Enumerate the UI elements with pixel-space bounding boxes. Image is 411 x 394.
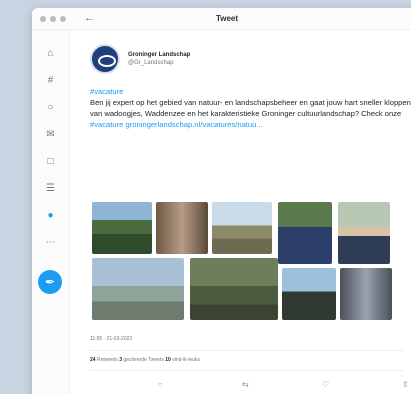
share-icon[interactable]: ⇧ [402, 380, 409, 389]
media-grid [92, 200, 411, 320]
retweets-count[interactable]: 24 [90, 357, 96, 363]
tweet-text: #vacature Ben jij expert op het gebied v… [90, 86, 411, 130]
author-handle[interactable]: @Gr_Landschap [128, 60, 173, 66]
photo-corridor[interactable] [340, 268, 392, 320]
likes-label[interactable]: vind-ik-leuks [172, 357, 200, 363]
photo-landscape[interactable] [212, 202, 272, 254]
tweet-stats: 24 Retweets 3 geciteerde Tweets 10 vind-… [90, 357, 200, 363]
photo-house[interactable] [92, 202, 152, 254]
url-link[interactable]: groningerlandschap.nl/vacatures/natuu... [125, 120, 262, 129]
author-name[interactable]: Groninger Landschap [128, 52, 190, 58]
bell-icon[interactable]: ○ [44, 102, 57, 114]
hashtag-link[interactable]: #vacature [90, 87, 123, 96]
home-icon[interactable]: ⌂ [44, 48, 57, 60]
tweet-detail: Groninger Landschap @Gr_Landschap #vacat… [70, 30, 411, 394]
quotes-count[interactable]: 3 [119, 357, 122, 363]
retweet-icon[interactable]: ⇆ [242, 380, 249, 389]
mail-icon[interactable]: ✉ [44, 129, 57, 141]
divider [90, 350, 404, 351]
more-icon[interactable]: ⋯ [44, 237, 57, 249]
title-bar: ← Tweet [32, 8, 411, 30]
photo-forest[interactable] [190, 258, 278, 320]
quotes-label[interactable]: geciteerde Tweets [123, 357, 164, 363]
photo-person-1[interactable] [278, 202, 332, 264]
photo-people[interactable] [156, 202, 208, 254]
hashtag-link-2[interactable]: #vacature [90, 120, 123, 129]
photo-person-3[interactable] [282, 268, 336, 320]
bookmark-icon[interactable]: □ [44, 156, 57, 168]
list-icon[interactable]: ☰ [44, 183, 57, 195]
tweet-timestamp: 11:05 · 21-03-2023 [90, 336, 133, 342]
photo-tower[interactable] [92, 258, 184, 320]
retweets-label[interactable]: Retweets [97, 357, 118, 363]
reply-icon[interactable]: ○ [158, 380, 163, 389]
avatar[interactable] [90, 44, 120, 74]
likes-count[interactable]: 10 [165, 357, 171, 363]
tweet-window: ← Tweet ⌂ # ○ ✉ □ ☰ ● ⋯ ✒ Groninger Land… [32, 8, 411, 394]
tweet-body: Ben jij expert op het gebied van natuur-… [90, 98, 411, 118]
sidebar: ⌂ # ○ ✉ □ ☰ ● ⋯ ✒ [32, 30, 70, 394]
divider [90, 370, 404, 371]
profile-icon[interactable]: ● [44, 210, 57, 222]
window-title: Tweet [215, 14, 239, 23]
like-icon[interactable]: ♡ [322, 380, 329, 389]
hashtag-icon[interactable]: # [44, 75, 57, 87]
compose-tweet-button[interactable]: ✒ [38, 270, 62, 294]
photo-person-2[interactable] [338, 202, 390, 264]
feather-icon: ✒ [44, 275, 56, 289]
